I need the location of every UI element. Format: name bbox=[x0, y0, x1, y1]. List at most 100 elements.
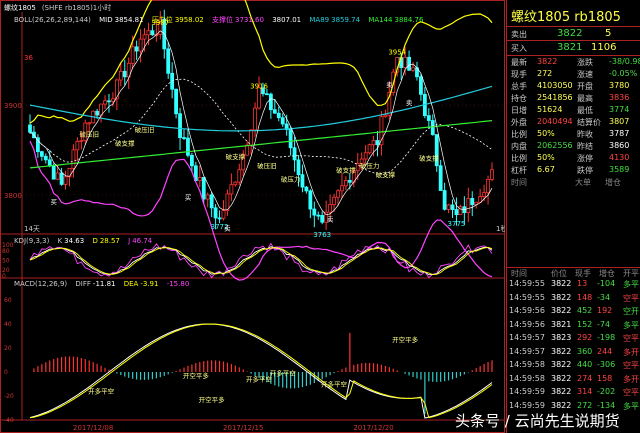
tick-volume: 452 bbox=[577, 306, 593, 315]
stat-row: 最新 3822 涨跌 -38/0.98% bbox=[507, 57, 640, 69]
tick-price: 3822 bbox=[551, 360, 572, 369]
stat-value: 3807 bbox=[609, 117, 630, 126]
stat-label: 比例 bbox=[511, 130, 527, 139]
tick-time: 14:59:59 bbox=[509, 387, 545, 396]
candle-body bbox=[407, 56, 411, 71]
stat-value: 3787 bbox=[609, 129, 630, 138]
bid-volume: 1106 bbox=[591, 42, 617, 53]
candle-body bbox=[419, 76, 423, 95]
tick-row[interactable]: 14:59:57 3822 360 244 多开 bbox=[507, 347, 640, 359]
signal-label: 破压旧 bbox=[79, 129, 99, 138]
stat-value: 2062556 bbox=[537, 141, 573, 150]
signal-label: 破压旧 bbox=[135, 125, 155, 134]
tick-increase: -198 bbox=[597, 333, 616, 342]
stat-label: 日增 bbox=[511, 106, 527, 115]
tick-header-1: 时间 大单 增仓 bbox=[507, 177, 640, 189]
candle-body bbox=[367, 144, 372, 154]
macd-legend: MACD(12,26,9) DIFF -11.81 DEA -3.91 -15.80 bbox=[14, 280, 195, 288]
chart-area[interactable]: 3900 3800 3987 3954 3916 3772 3763 3775 36 破压旧 破支撑… bbox=[0, 0, 505, 433]
tick-openclose: 空平 bbox=[623, 293, 639, 303]
candle-body bbox=[217, 217, 222, 220]
tick-header-time: 时间 bbox=[511, 178, 527, 187]
stat-value: 272 bbox=[537, 69, 553, 78]
macd-tick: -40 bbox=[4, 417, 14, 424]
kdj-k-label: K bbox=[57, 237, 63, 245]
tick-row[interactable]: 14:59:56 3821 152 -74 多平 bbox=[507, 320, 640, 332]
tick-openclose: 空开 bbox=[623, 307, 639, 316]
tick-row[interactable]: 14:59:55 3822 148 -34 空平 bbox=[507, 293, 640, 305]
boll-mid-value: 3854.81 bbox=[114, 16, 144, 24]
tick-increase: -104 bbox=[597, 279, 616, 288]
tick-price: 3821 bbox=[551, 319, 572, 329]
tick-col-inc: 增仓 bbox=[599, 269, 615, 278]
tick-col-vol: 现手 bbox=[575, 269, 591, 278]
macd-diff-value: -11.81 bbox=[92, 280, 116, 288]
tick-row[interactable]: 14:59:59 3822 314 -202 空平 bbox=[507, 387, 640, 399]
candle-body bbox=[118, 70, 123, 81]
boll-lower-value: 3731.60 bbox=[235, 16, 264, 24]
tick-time: 14:59:56 bbox=[509, 319, 545, 329]
signal-label: 卖 bbox=[406, 99, 413, 107]
tick-openclose: 空平 bbox=[623, 388, 639, 397]
tick-volume: 272 bbox=[577, 400, 593, 410]
tick-volume: 152 bbox=[577, 319, 593, 329]
tick-row[interactable]: 14:59:56 3822 452 192 空开 bbox=[507, 306, 640, 318]
candle-body bbox=[268, 93, 273, 111]
candle-body bbox=[99, 103, 103, 116]
macd-tick: 0 bbox=[4, 369, 8, 376]
stat-label: 涨跌 bbox=[577, 58, 593, 67]
stat-label: 最高 bbox=[577, 94, 593, 103]
tick-row[interactable]: 14:59:57 3823 292 -198 空平 bbox=[507, 333, 640, 345]
candle-body bbox=[343, 180, 348, 187]
stat-row: 比例 50% 涨停 4130 bbox=[507, 153, 640, 165]
tick-row[interactable]: 14:59:55 3822 13 -104 多平 bbox=[507, 279, 640, 291]
stat-value: 3836 bbox=[609, 93, 630, 102]
candle-body bbox=[103, 100, 107, 105]
kdj-tick: 80 bbox=[2, 248, 10, 255]
chart-title: 螺纹1805 bbox=[4, 4, 36, 12]
stat-label: 跌停 bbox=[577, 166, 593, 175]
candle-body bbox=[403, 56, 408, 68]
tick-time: 14:59:57 bbox=[509, 346, 545, 356]
period-label: 14天 bbox=[24, 225, 40, 233]
chart-svg[interactable]: 3900380039873954391637723763377536破压旧破支撑… bbox=[0, 0, 505, 433]
signal-label: 卖 bbox=[386, 81, 393, 89]
signal-label: 破支撑 bbox=[336, 165, 356, 174]
stat-value: 50% bbox=[537, 129, 555, 138]
candle-body bbox=[304, 186, 309, 192]
bid-row: 买入 3821 1106 bbox=[507, 40, 640, 55]
candle-body bbox=[205, 194, 210, 200]
candle-body bbox=[300, 174, 305, 188]
tick-row[interactable]: 14:59:58 3822 440 -306 空平 bbox=[507, 360, 640, 372]
tick-row[interactable]: 14:59:58 3822 274 158 多开 bbox=[507, 374, 640, 386]
tick-time: 14:59:57 bbox=[509, 333, 545, 342]
stat-label: 内盘 bbox=[511, 142, 527, 151]
candle-body bbox=[280, 117, 285, 125]
tick-increase: 158 bbox=[597, 373, 613, 383]
tick-price: 3822 bbox=[551, 373, 572, 383]
stat-label: 涨速 bbox=[577, 70, 593, 79]
peak-label: 36 bbox=[24, 54, 33, 62]
tick-header-big: 大单 bbox=[575, 178, 591, 187]
signal-label: 破支撑 bbox=[376, 170, 396, 179]
tick-openclose: 多平 bbox=[623, 320, 639, 330]
candle-body bbox=[470, 198, 475, 206]
ma5-line bbox=[29, 30, 493, 216]
candle-body bbox=[79, 139, 84, 142]
candle-body bbox=[308, 190, 313, 210]
tick-time: 14:59:58 bbox=[509, 360, 545, 369]
candle-body bbox=[249, 129, 254, 146]
tick-time: 14:59:55 bbox=[509, 292, 545, 302]
candle-body bbox=[276, 112, 281, 119]
stat-label: 最低 bbox=[577, 106, 593, 115]
candle-body bbox=[442, 190, 447, 210]
chart-header: 螺纹1805 (SHFE rb1805)1小时 bbox=[4, 3, 117, 13]
candle-body bbox=[166, 48, 171, 74]
candle-body bbox=[371, 140, 376, 146]
tick-col-time: 时间 bbox=[511, 269, 527, 278]
candle-body bbox=[430, 120, 435, 135]
candle-body bbox=[59, 172, 64, 185]
stat-row: 现手 272 涨速 -0.05% bbox=[507, 69, 640, 81]
macd-tick: 20 bbox=[4, 345, 12, 352]
candle-body bbox=[197, 177, 202, 182]
